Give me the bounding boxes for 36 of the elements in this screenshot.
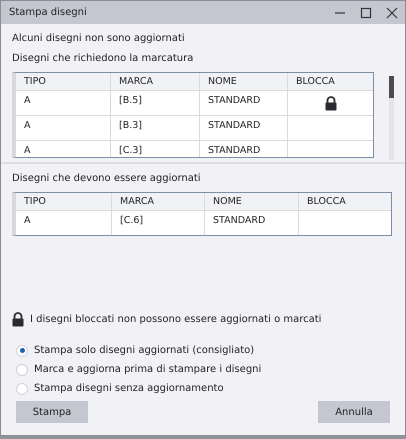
table-cell: STANDARD — [205, 211, 299, 235]
lock-icon — [12, 312, 24, 327]
column-header[interactable]: BLOCCA — [299, 193, 391, 210]
table-cell: A — [16, 116, 111, 140]
column-header[interactable]: TIPO — [16, 73, 111, 90]
section-title: Disegni che richiedono la marcatura — [12, 52, 194, 64]
table-cell: [C.6] — [112, 211, 205, 235]
column-header[interactable]: MARCA — [111, 73, 200, 90]
table-cell: [B.3] — [111, 116, 200, 140]
table-cell: [B.5] — [111, 91, 200, 115]
print-button[interactable]: Stampa — [16, 401, 88, 423]
table-cell: STANDARD — [200, 91, 288, 115]
radio-button[interactable] — [16, 344, 28, 356]
table-cell: STANDARD — [200, 141, 288, 157]
lock-icon — [325, 96, 337, 111]
table-cell: A — [16, 211, 112, 235]
table-cell: [C.3] — [111, 141, 200, 157]
option-label[interactable]: Stampa solo disegni aggiornati (consigliato) — [34, 345, 254, 356]
radio-button[interactable] — [16, 364, 28, 376]
lock-note: I disegni bloccati non possono essere aggiornati o marcati — [30, 314, 322, 325]
column-header[interactable]: MARCA — [112, 193, 205, 210]
section-title: Disegni che devono essere aggiornati — [12, 172, 202, 184]
column-header[interactable]: BLOCCA — [288, 73, 373, 90]
option-label[interactable]: Stampa disegni senza aggiornamento — [34, 383, 224, 394]
column-header[interactable]: TIPO — [16, 193, 112, 210]
column-header[interactable]: NOME — [200, 73, 288, 90]
column-header[interactable]: NOME — [205, 193, 299, 210]
table-cell: A — [16, 141, 111, 157]
window-title: Stampa disegni — [9, 7, 88, 18]
scrollbar[interactable] — [389, 76, 394, 160]
table-cell: STANDARD — [200, 116, 288, 140]
message-text: Alcuni disegni non sono aggiornati — [12, 32, 186, 44]
cancel-button[interactable]: Annulla — [318, 401, 390, 423]
table-cell: A — [16, 91, 111, 115]
radio-button[interactable] — [16, 382, 28, 394]
option-label[interactable]: Marca e aggiorna prima di stampare i disegni — [34, 364, 262, 375]
